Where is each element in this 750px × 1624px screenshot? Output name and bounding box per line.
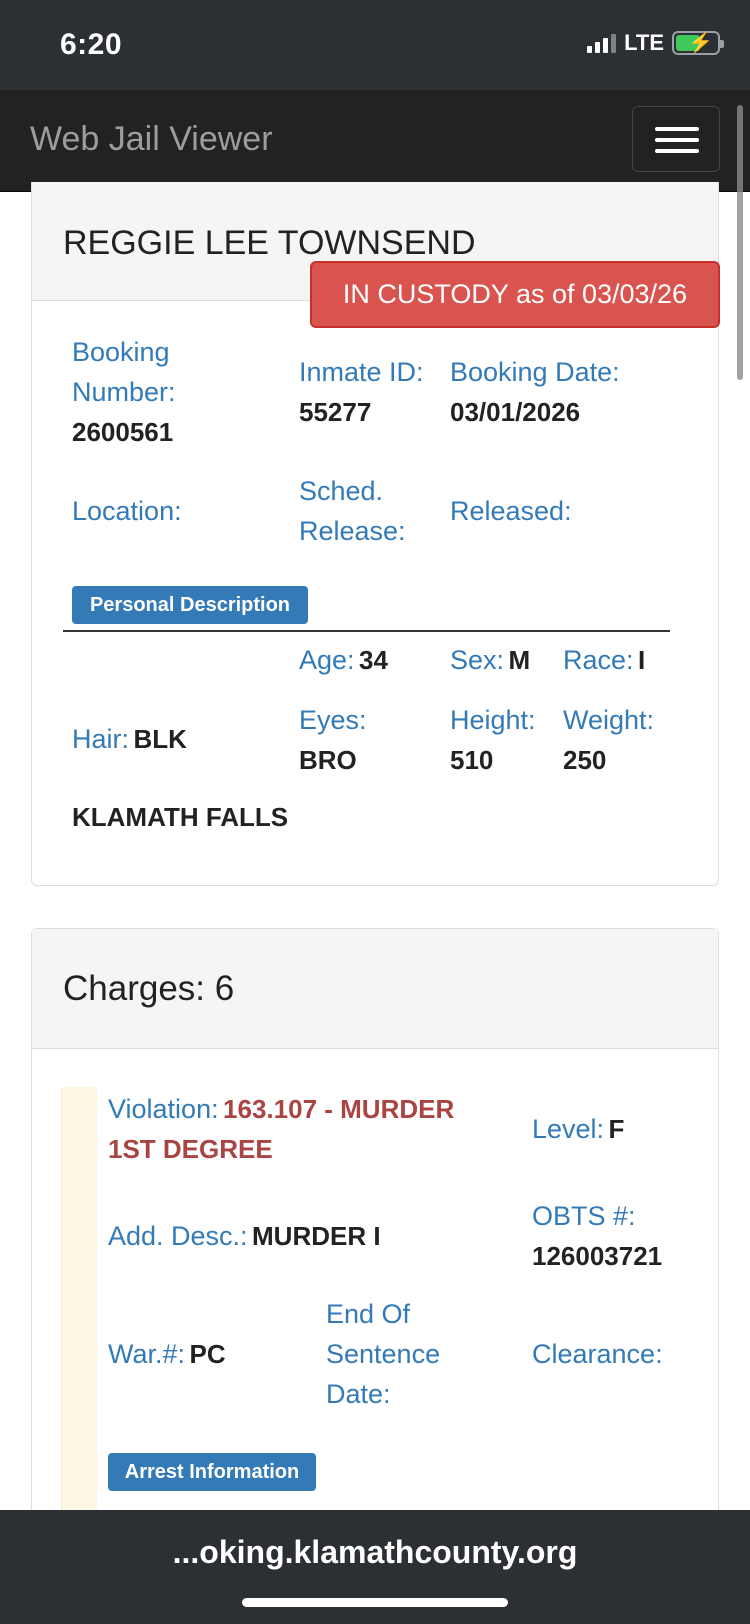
status-bar: 6:20 LTE ⚡: [0, 0, 750, 90]
navbar: Web Jail Viewer: [0, 90, 750, 192]
booking-number-value: 2600561: [72, 417, 174, 447]
weight-label: Weight:: [563, 705, 655, 735]
eyes-label: Eyes:: [299, 705, 367, 735]
race-field: Race: I: [563, 640, 645, 680]
inmate-name: REGGIE LEE TOWNSEND: [63, 224, 476, 262]
age-value: 34: [359, 645, 388, 675]
personal-description-label: Personal Description: [72, 586, 308, 624]
race-label: Race:: [563, 645, 634, 675]
page-scrollbar[interactable]: [737, 105, 743, 380]
hair-value: BLK: [133, 724, 187, 754]
eyes-value: BRO: [299, 745, 357, 775]
add-desc-field: Add. Desc.: MURDER I: [108, 1216, 381, 1256]
level-label: Level:: [532, 1114, 605, 1144]
booking-number-label-2: Number:: [72, 377, 176, 407]
height-label: Height:: [450, 705, 536, 735]
location-label: Location:: [72, 496, 182, 526]
warrant-value: PC: [189, 1339, 226, 1369]
inmate-panel: REGGIE LEE TOWNSEND IN CUSTODY as of 03/…: [31, 182, 720, 886]
obts-value: 126003721: [532, 1241, 663, 1271]
obts-label: OBTS #:: [532, 1201, 636, 1231]
booking-date-label: Booking Date:: [450, 357, 620, 387]
clearance-label: Clearance:: [532, 1339, 663, 1369]
height-value: 510: [450, 745, 494, 775]
level-field: Level: F: [532, 1109, 624, 1149]
violation-field: Violation: 163.107 - MURDER 1ST DEGREE: [108, 1089, 454, 1169]
section-divider: [63, 630, 670, 632]
hair-field: Hair: BLK: [72, 719, 187, 759]
sex-field: Sex: M: [450, 640, 530, 680]
charging-icon: ⚡: [688, 32, 713, 54]
end-of-sentence-field: End Of Sentence Date:: [326, 1294, 440, 1414]
custody-status-badge: IN CUSTODY as of 03/03/26: [310, 261, 720, 328]
sched-release-label-2: Release:: [299, 516, 406, 546]
booking-date-field: Booking Date: 03/01/2026: [450, 352, 620, 432]
level-value: F: [608, 1114, 625, 1144]
warrant-label: War.#:: [108, 1339, 186, 1369]
status-icons: LTE ⚡: [587, 30, 724, 56]
status-time: 6:20: [60, 28, 123, 61]
age-label: Age:: [299, 645, 355, 675]
signal-icon: [587, 33, 617, 53]
eyes-field: Eyes: BRO: [299, 700, 367, 780]
brand-link[interactable]: Web Jail Viewer: [30, 120, 273, 159]
add-desc-label: Add. Desc.:: [108, 1221, 248, 1251]
released-label: Released:: [450, 496, 572, 526]
race-value: I: [638, 645, 646, 675]
browser-url-bar[interactable]: ...oking.klamathcounty.org: [0, 1510, 750, 1624]
inmate-id-label: Inmate ID:: [299, 357, 424, 387]
weight-value: 250: [563, 745, 607, 775]
charge-highlight-bar: [61, 1087, 97, 1557]
height-field: Height: 510: [450, 700, 536, 780]
end-of-sentence-label-1: End Of: [326, 1299, 411, 1329]
violation-value-line-2: 1ST DEGREE: [108, 1134, 273, 1164]
network-label: LTE: [624, 30, 664, 55]
inmate-id-field: Inmate ID: 55277: [299, 352, 424, 432]
charges-title: Charges: 6: [63, 969, 235, 1008]
city-value: KLAMATH FALLS: [72, 802, 289, 832]
violation-value-line-1: 163.107 - MURDER: [223, 1094, 455, 1124]
obts-field: OBTS #: 126003721: [532, 1196, 662, 1276]
warrant-field: War.#: PC: [108, 1334, 226, 1374]
age-field: Age: 34: [299, 640, 388, 680]
violation-label: Violation:: [108, 1094, 219, 1124]
hair-label: Hair:: [72, 724, 130, 754]
booking-number-field: Booking Number: 2600561: [72, 332, 176, 452]
home-indicator[interactable]: [242, 1598, 508, 1607]
battery-icon: ⚡: [672, 31, 724, 55]
add-desc-value: MURDER I: [252, 1221, 381, 1251]
url-text[interactable]: ...oking.klamathcounty.org: [0, 1534, 750, 1571]
charges-panel-heading: Charges: 6: [32, 929, 718, 1049]
hamburger-menu-button[interactable]: [632, 106, 720, 172]
booking-date-value: 03/01/2026: [450, 397, 581, 427]
end-of-sentence-label-3: Date:: [326, 1379, 391, 1409]
weight-field: Weight: 250: [563, 700, 654, 780]
sched-release-field: Sched. Release:: [299, 471, 406, 551]
sched-release-label-1: Sched.: [299, 476, 384, 506]
inmate-id-value: 55277: [299, 397, 372, 427]
end-of-sentence-label-2: Sentence: [326, 1339, 441, 1369]
arrest-information-label: Arrest Information: [108, 1453, 316, 1491]
sex-label: Sex:: [450, 645, 505, 675]
booking-number-label-1: Booking: [72, 337, 170, 367]
sex-value: M: [508, 645, 531, 675]
